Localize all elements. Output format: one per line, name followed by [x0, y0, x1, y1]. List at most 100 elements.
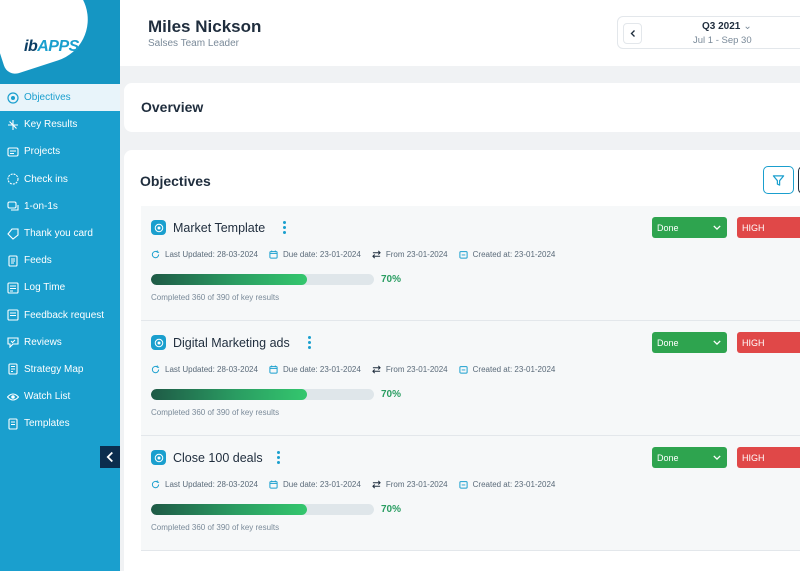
status-label: Done — [657, 222, 679, 233]
app-logo[interactable]: ibAPPS — [24, 38, 79, 56]
calendar-icon — [269, 250, 278, 259]
period-prev-button[interactable] — [623, 23, 642, 44]
progress-percent: 70% — [381, 274, 402, 285]
chevron-left-icon — [106, 451, 113, 463]
sidebar-collapse-button[interactable] — [100, 446, 120, 468]
sidebar-item-strategy-map[interactable]: Strategy Map — [0, 356, 120, 383]
sidebar-item-label: Projects — [24, 146, 61, 158]
chevron-down-icon — [713, 225, 721, 230]
calendar-icon — [269, 480, 278, 489]
more-options-icon[interactable] — [305, 335, 313, 350]
thank-you-card-icon — [6, 227, 19, 240]
sidebar: ibAPPS Objectives Key Results Projects C… — [0, 0, 120, 571]
objective-target-icon — [151, 450, 166, 465]
progress-percent: 70% — [381, 389, 402, 400]
chevron-down-icon — [713, 455, 721, 460]
more-options-icon[interactable] — [280, 220, 288, 235]
projects-icon — [6, 145, 19, 158]
last-updated: Last Updated: 28-03-2024 — [165, 480, 258, 489]
filter-button[interactable] — [763, 166, 794, 194]
status-label: Done — [657, 337, 679, 348]
refresh-icon — [151, 250, 160, 259]
sidebar-item-thank-you-card[interactable]: Thank you card — [0, 220, 120, 247]
objective-name[interactable]: Market Template — [173, 221, 265, 235]
progress-fill — [151, 389, 308, 400]
objectives-list: Market Template Done HIGH Last Updated: … — [141, 206, 800, 551]
sidebar-item-label: Key Results — [24, 119, 78, 131]
sidebar-item-1-on-1s[interactable]: 1-on-1s — [0, 193, 120, 220]
sidebar-item-watch-list[interactable]: Watch List — [0, 383, 120, 410]
priority-dropdown[interactable]: HIGH — [737, 217, 800, 238]
objectives-icon — [6, 91, 19, 104]
period-quarter[interactable]: Q3 2021 ⌄ — [702, 21, 752, 32]
last-updated: Last Updated: 28-03-2024 — [165, 365, 258, 374]
sidebar-item-check-ins[interactable]: Check ins — [0, 166, 120, 193]
created-at: Created at: 23-01-2024 — [472, 480, 556, 489]
calendar-icon — [269, 365, 278, 374]
sidebar-item-label: Thank you card — [24, 228, 93, 240]
templates-icon — [6, 417, 19, 430]
progress-fill — [151, 274, 308, 285]
one-on-one-icon — [6, 200, 19, 213]
refresh-icon — [151, 480, 160, 489]
status-dropdown[interactable]: Done — [652, 332, 727, 353]
created-at: Created at: 23-01-2024 — [472, 365, 556, 374]
watch-list-icon — [6, 390, 19, 403]
objective-target-icon — [151, 220, 166, 235]
progress-bar — [151, 389, 374, 400]
objectives-card: Objectives Market Template Done HIGH Las… — [124, 150, 800, 571]
priority-label: HIGH — [742, 452, 765, 463]
sidebar-item-label: Log Time — [24, 282, 66, 294]
objective-meta: Last Updated: 28-03-2024 Due date: 23-01… — [151, 250, 566, 259]
sidebar-item-projects[interactable]: Projects — [0, 138, 120, 165]
period-quarter-label: Q3 2021 — [702, 21, 741, 32]
sidebar-item-templates[interactable]: Templates — [0, 410, 120, 437]
from-date: From 23-01-2024 — [385, 480, 448, 489]
sidebar-item-label: 1-on-1s — [24, 200, 58, 212]
feeds-icon — [6, 254, 19, 267]
chevron-left-icon — [630, 30, 635, 37]
priority-dropdown[interactable]: HIGH — [737, 447, 800, 468]
sidebar-item-label: Feedback request — [24, 309, 105, 321]
logo-word: APPS — [37, 38, 79, 55]
sidebar-item-feedback-request[interactable]: Feedback request — [0, 302, 120, 329]
period-selector[interactable]: Q3 2021 ⌄ Jul 1 - Sep 30 — [617, 16, 800, 49]
sidebar-item-label: Check ins — [24, 173, 68, 185]
swap-icon — [372, 365, 381, 374]
progress-percent: 70% — [381, 504, 402, 515]
status-dropdown[interactable]: Done — [652, 217, 727, 238]
overview-title: Overview — [141, 99, 204, 115]
log-time-icon — [6, 281, 19, 294]
overview-card: Overview — [124, 83, 800, 132]
user-name: Miles Nickson — [148, 17, 262, 36]
objective-item[interactable]: Close 100 deals Done HIGH Last Updated: … — [141, 436, 800, 551]
completed-text: Completed 360 of 390 of key results — [151, 293, 280, 302]
due-date: Due date: 23-01-2024 — [282, 365, 361, 374]
top-header: Miles Nickson Salses Team Leader Q3 2021… — [120, 0, 800, 66]
sidebar-item-label: Templates — [24, 418, 70, 430]
created-calendar-icon — [459, 366, 468, 374]
more-options-icon[interactable] — [274, 450, 282, 465]
objective-item[interactable]: Digital Marketing ads Done HIGH Last Upd… — [141, 321, 800, 436]
feedback-request-icon — [6, 309, 19, 322]
sidebar-item-key-results[interactable]: Key Results — [0, 111, 120, 138]
completed-text: Completed 360 of 390 of key results — [151, 408, 280, 417]
status-dropdown[interactable]: Done — [652, 447, 727, 468]
objective-item[interactable]: Market Template Done HIGH Last Updated: … — [141, 206, 800, 321]
priority-dropdown[interactable]: HIGH — [737, 332, 800, 353]
due-date: Due date: 23-01-2024 — [282, 480, 361, 489]
sidebar-item-objectives[interactable]: Objectives — [0, 84, 120, 112]
sidebar-item-label: Strategy Map — [24, 363, 84, 375]
sidebar-item-log-time[interactable]: Log Time — [0, 274, 120, 301]
period-range: Jul 1 - Sep 30 — [693, 35, 752, 46]
progress-bar — [151, 504, 374, 515]
objective-name[interactable]: Digital Marketing ads — [173, 336, 290, 350]
objective-name[interactable]: Close 100 deals — [173, 451, 263, 465]
sidebar-item-reviews[interactable]: Reviews — [0, 329, 120, 356]
strategy-map-icon — [6, 363, 19, 376]
sidebar-item-label: Reviews — [24, 336, 62, 348]
completed-text: Completed 360 of 390 of key results — [151, 523, 280, 532]
objective-target-icon — [151, 335, 166, 350]
last-updated: Last Updated: 28-03-2024 — [165, 250, 258, 259]
sidebar-item-feeds[interactable]: Feeds — [0, 247, 120, 274]
